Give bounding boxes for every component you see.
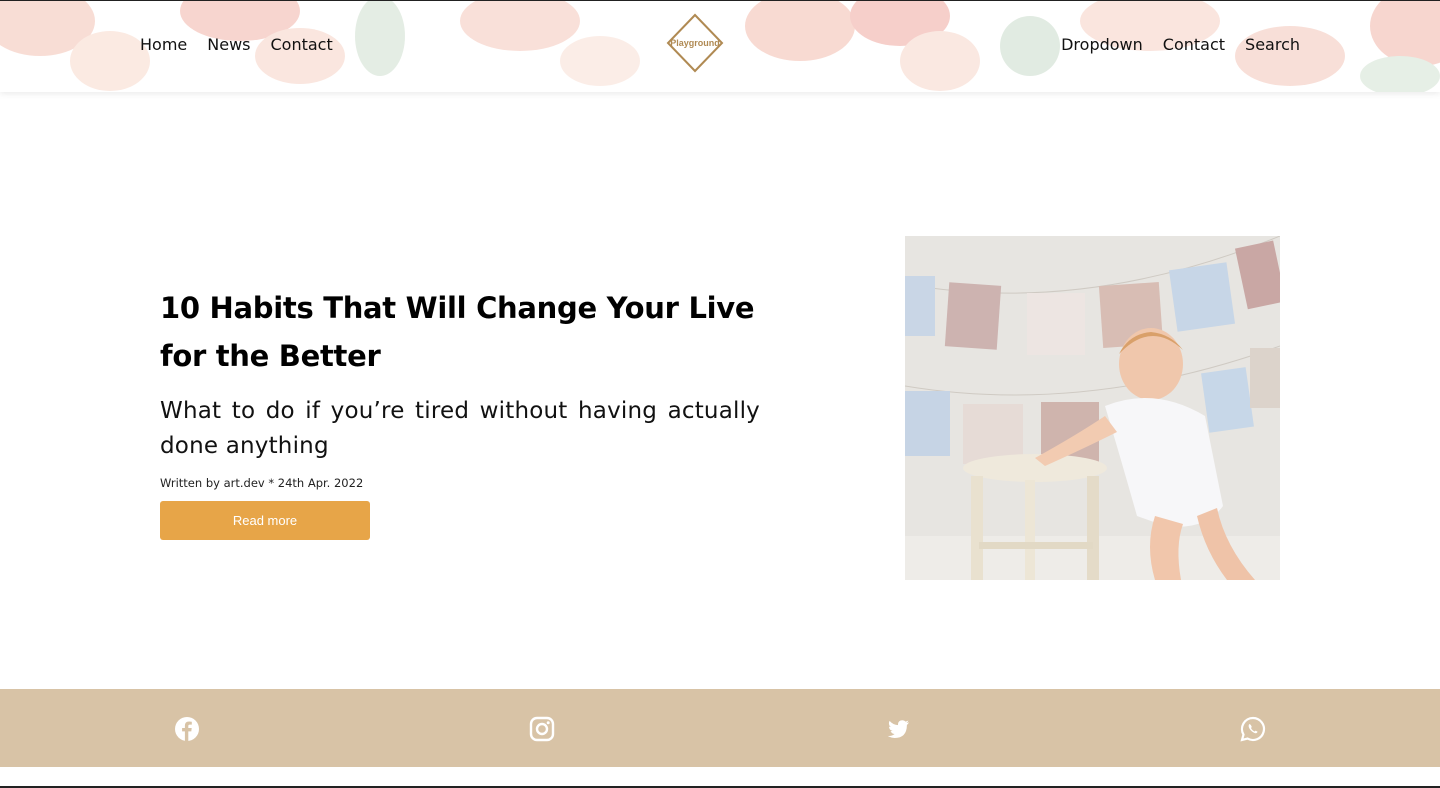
nav-contact-right-link[interactable]: Contact bbox=[1163, 35, 1225, 54]
facebook-icon[interactable] bbox=[174, 716, 200, 742]
article-hero: 10 Habits That Will Change Your Live for… bbox=[160, 284, 760, 540]
article-image bbox=[905, 236, 1280, 580]
site-logo[interactable]: Playground bbox=[666, 13, 724, 73]
twitter-icon[interactable] bbox=[885, 716, 911, 742]
nav-dropdown-link[interactable]: Dropdown bbox=[1061, 35, 1143, 54]
article-byline: Written by art.dev * 24th Apr. 2022 bbox=[160, 476, 364, 490]
nav-search-link[interactable]: Search bbox=[1245, 35, 1300, 54]
article-subtitle: What to do if you’re tired without havin… bbox=[160, 398, 760, 459]
site-footer bbox=[0, 689, 1440, 767]
instagram-icon[interactable] bbox=[529, 716, 555, 742]
article-title: 10 Habits That Will Change Your Live for… bbox=[160, 291, 755, 373]
baby-standing-at-stool-photo bbox=[905, 236, 1280, 580]
nav-left: Home News Contact bbox=[140, 35, 333, 54]
logo-text: Playground bbox=[670, 38, 720, 48]
nav-home-link[interactable]: Home bbox=[140, 35, 187, 54]
nav-contact-link[interactable]: Contact bbox=[270, 35, 332, 54]
whatsapp-icon[interactable] bbox=[1240, 716, 1266, 742]
read-more-button[interactable]: Read more bbox=[160, 501, 370, 540]
site-header: Home News Contact Playground Dropdown Co… bbox=[0, 1, 1440, 92]
nav-news-link[interactable]: News bbox=[207, 35, 250, 54]
nav-right: Dropdown Contact Search bbox=[1061, 35, 1300, 54]
